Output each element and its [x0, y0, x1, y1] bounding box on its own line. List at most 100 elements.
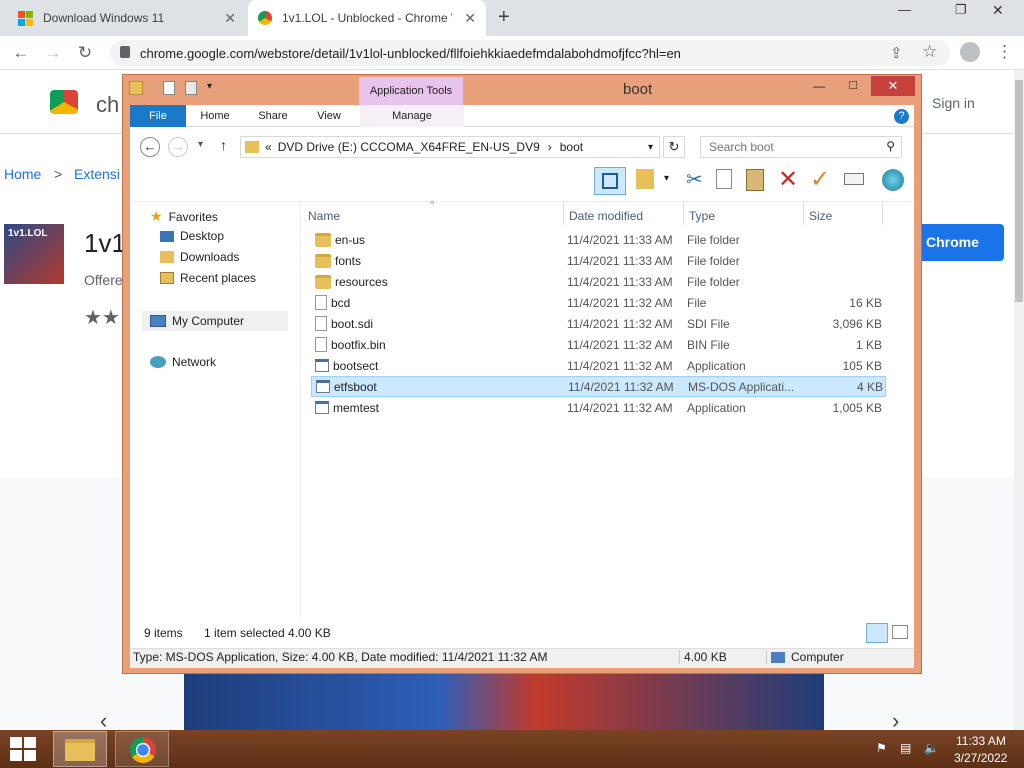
file-type: File folder: [687, 274, 740, 289]
path-prefix[interactable]: «: [265, 140, 272, 154]
file-row[interactable]: etfsboot 11/4/2021 11:32 AM MS-DOS Applica…: [311, 376, 886, 397]
refresh-icon[interactable]: ↻: [663, 136, 685, 158]
file-row[interactable]: resources 11/4/2021 11:33 AM File folder: [311, 271, 886, 292]
maximize-button[interactable]: □: [849, 77, 857, 92]
clock-time[interactable]: 11:33 AM: [956, 734, 1006, 748]
minimize-button[interactable]: —: [898, 2, 911, 17]
scrollbar-thumb[interactable]: [1015, 80, 1023, 302]
breadcrumb-home[interactable]: Home: [4, 166, 41, 182]
webstore-icon: [258, 11, 272, 25]
tab-share[interactable]: Share: [248, 105, 298, 127]
minimize-button[interactable]: —: [813, 79, 825, 93]
address-bar[interactable]: « DVD Drive (E:) CCCOMA_X64FRE_EN-US_DV9…: [240, 136, 660, 158]
file-row[interactable]: bootsect 11/4/2021 11:32 AM Application 105…: [311, 355, 886, 376]
sign-in-link[interactable]: Sign in: [932, 95, 975, 111]
recent-locations-icon[interactable]: ▾: [198, 139, 203, 150]
nav-recent[interactable]: Recent places: [160, 271, 256, 285]
tab-manage[interactable]: Manage: [360, 105, 464, 127]
volume-muted-icon[interactable]: 🔈: [924, 741, 939, 755]
webstore-logo-icon[interactable]: [50, 90, 78, 114]
properties-folder-icon[interactable]: [636, 169, 654, 189]
breadcrumb-extensions[interactable]: Extensi: [74, 166, 120, 182]
quick-access-dropdown-icon[interactable]: ▾: [207, 81, 212, 92]
folder-icon: [315, 253, 331, 268]
close-window-button[interactable]: ✕: [992, 2, 1004, 19]
path-drive[interactable]: DVD Drive (E:) CCCOMA_X64FRE_EN-US_DV9: [278, 140, 540, 154]
back-arrow-icon[interactable]: ←: [8, 40, 34, 66]
maximize-button[interactable]: ❐: [955, 2, 967, 18]
bookmark-star-icon[interactable]: ☆: [922, 42, 937, 62]
cut-icon[interactable]: ✂: [686, 167, 703, 192]
taskbar-chrome[interactable]: [115, 731, 169, 767]
file-row[interactable]: memtest 11/4/2021 11:32 AM Application 1,00…: [311, 397, 886, 418]
tab-1v1lol[interactable]: 1v1.LOL - Unblocked - Chrome W ✕: [248, 0, 486, 36]
globe-icon[interactable]: [882, 169, 904, 191]
new-tab-button[interactable]: +: [498, 6, 510, 29]
address-bar[interactable]: chrome.google.com/webstore/detail/1v1lol…: [110, 40, 950, 66]
close-tab-icon[interactable]: ✕: [224, 10, 236, 27]
up-arrow-icon[interactable]: ↑: [220, 137, 227, 153]
new-folder-icon[interactable]: [185, 81, 197, 95]
search-box[interactable]: ⚲: [700, 136, 902, 158]
copy-icon[interactable]: [716, 169, 732, 189]
rename-check-icon[interactable]: ✓: [810, 165, 830, 194]
column-type[interactable]: Type: [689, 209, 809, 223]
clock-date[interactable]: 3/27/2022: [954, 751, 1007, 765]
menu-dots-icon[interactable]: ⋮: [996, 42, 1013, 62]
close-button[interactable]: ✕: [871, 76, 915, 96]
toolbar-dropdown-icon[interactable]: ▾: [664, 173, 669, 184]
nav-my-computer[interactable]: My Computer: [142, 311, 288, 331]
path-folder[interactable]: boot: [560, 140, 583, 154]
column-name[interactable]: Name: [308, 209, 564, 223]
column-divider: [803, 201, 804, 225]
rename-icon[interactable]: [844, 173, 864, 185]
nav-label: Network: [172, 355, 217, 369]
file-type: SDI File: [687, 316, 730, 331]
column-size[interactable]: Size: [809, 209, 884, 223]
properties-icon[interactable]: [163, 81, 175, 95]
path-separator[interactable]: ›: [548, 140, 552, 154]
help-icon[interactable]: ?: [894, 109, 909, 124]
tab-file[interactable]: File: [130, 105, 186, 127]
file-row[interactable]: en-us 11/4/2021 11:33 AM File folder: [311, 229, 886, 250]
search-input[interactable]: [701, 137, 871, 157]
file-row[interactable]: bootfix.bin 11/4/2021 11:32 AM BIN File 1 K…: [311, 334, 886, 355]
nav-network[interactable]: Network: [150, 355, 216, 369]
nav-favorites[interactable]: ★ Favorites: [150, 208, 218, 225]
share-icon[interactable]: ⇪: [890, 44, 903, 62]
reload-icon[interactable]: ↻: [72, 40, 98, 66]
taskbar-file-explorer[interactable]: [53, 731, 107, 767]
rating-stars: ★★: [84, 307, 120, 329]
back-icon[interactable]: ←: [140, 137, 160, 157]
file-size: 3,096 KB: [832, 316, 882, 331]
file-row[interactable]: fonts 11/4/2021 11:33 AM File folder: [311, 250, 886, 271]
forward-icon[interactable]: →: [168, 137, 188, 157]
url-text: chrome.google.com/webstore/detail/1v1lol…: [140, 45, 681, 61]
close-tab-icon[interactable]: ✕: [464, 10, 476, 27]
tab-view[interactable]: View: [304, 105, 354, 127]
paste-icon[interactable]: [746, 169, 764, 191]
nav-desktop[interactable]: Desktop: [160, 229, 224, 243]
nav-downloads[interactable]: Downloads: [160, 250, 239, 264]
file-name: bootfix.bin: [331, 337, 386, 352]
address-dropdown-icon[interactable]: ▾: [648, 142, 653, 153]
delete-icon[interactable]: ✕: [778, 165, 798, 194]
tab-home[interactable]: Home: [190, 105, 240, 127]
tab-download-windows[interactable]: Download Windows 11 ✕: [8, 0, 246, 36]
tab-title: 1v1.LOL - Unblocked - Chrome W: [282, 11, 452, 25]
add-to-chrome-button[interactable]: Chrome: [915, 224, 1004, 261]
forward-arrow-icon[interactable]: →: [40, 40, 66, 66]
sort-arrow-icon: ^: [430, 199, 435, 209]
start-button[interactable]: [10, 737, 36, 761]
action-center-flag-icon[interactable]: ⚑: [876, 741, 887, 755]
details-view-icon[interactable]: [866, 623, 888, 643]
file-name-cell: fonts: [311, 253, 567, 268]
preview-pane-icon[interactable]: [594, 167, 626, 195]
profile-avatar[interactable]: [960, 42, 980, 62]
folder-icon: [315, 274, 331, 289]
large-icons-view-icon[interactable]: [892, 625, 908, 639]
network-tray-icon[interactable]: ▤: [900, 741, 911, 755]
column-date[interactable]: Date modified: [569, 209, 689, 223]
file-row[interactable]: boot.sdi 11/4/2021 11:32 AM SDI File 3,096 …: [311, 313, 886, 334]
file-row[interactable]: bcd 11/4/2021 11:32 AM File 16 KB: [311, 292, 886, 313]
